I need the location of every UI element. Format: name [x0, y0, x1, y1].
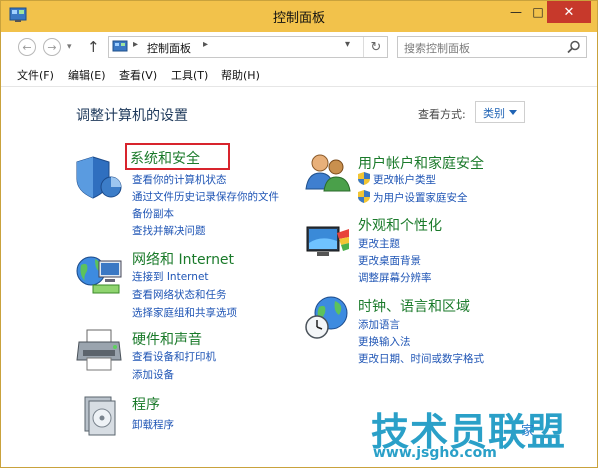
- view-by-dropdown[interactable]: 类别: [475, 101, 525, 123]
- breadcrumb-control-panel[interactable]: 控制面板: [147, 40, 191, 56]
- uac-shield-icon: [358, 172, 370, 185]
- highlight-box: [125, 143, 230, 170]
- link-add-language[interactable]: 添加语言: [358, 317, 400, 332]
- shield-icon[interactable]: [75, 153, 125, 201]
- chevron-down-icon: [509, 110, 517, 115]
- address-history-dropdown[interactable]: ▾: [345, 39, 350, 50]
- address-bar[interactable]: ▸ 控制面板 ▸ ▾ ↻: [108, 36, 388, 58]
- search-icon[interactable]: [566, 40, 582, 54]
- maximize-button[interactable]: □: [527, 1, 549, 23]
- view-by-label: 查看方式:: [418, 108, 466, 121]
- view-by-value: 类别: [483, 107, 505, 120]
- link-change-theme[interactable]: 更改主题: [358, 236, 400, 251]
- link-screen-resolution[interactable]: 调整屏幕分辨率: [358, 270, 432, 285]
- clock-globe-icon[interactable]: [303, 293, 353, 341]
- link-network-status[interactable]: 查看网络状态和任务: [132, 287, 227, 302]
- users-icon[interactable]: [303, 149, 353, 197]
- close-button[interactable]: ✕: [547, 1, 591, 23]
- search-box[interactable]: 搜索控制面板: [397, 36, 587, 58]
- page-title: 调整计算机的设置: [76, 108, 188, 124]
- watermark-tail: 家: [521, 424, 535, 439]
- link-change-input-method[interactable]: 更换输入法: [358, 334, 411, 349]
- link-uninstall-program[interactable]: 卸载程序: [132, 417, 174, 432]
- link-change-account-type[interactable]: 更改帐户类型: [373, 172, 436, 187]
- printer-icon[interactable]: [75, 326, 125, 374]
- recent-locations-dropdown[interactable]: ▾: [67, 42, 72, 52]
- refresh-button[interactable]: ↻: [363, 37, 388, 57]
- minimize-button[interactable]: —: [505, 1, 527, 23]
- menu-view[interactable]: 查看(V): [119, 67, 157, 83]
- link-view-computer-status[interactable]: 查看你的计算机状态: [132, 172, 227, 187]
- link-family-safety[interactable]: 为用户设置家庭安全: [373, 190, 468, 205]
- display-icon[interactable]: [303, 219, 353, 267]
- menu-tools[interactable]: 工具(T): [171, 67, 208, 83]
- network-globe-icon[interactable]: [75, 249, 125, 297]
- link-add-device[interactable]: 添加设备: [132, 367, 174, 382]
- search-placeholder[interactable]: 搜索控制面板: [404, 40, 470, 56]
- watermark-url: www.jsgho.com: [373, 445, 497, 461]
- category-user-accounts[interactable]: 用户帐户和家庭安全: [358, 153, 484, 173]
- category-hardware-sound[interactable]: 硬件和声音: [132, 329, 202, 349]
- link-file-history[interactable]: 通过文件历史记录保存你的文件: [132, 189, 279, 204]
- breadcrumb-separator[interactable]: ▸: [203, 39, 208, 50]
- control-panel-icon: [112, 40, 128, 52]
- category-clock-language-region[interactable]: 时钟、语言和区域: [358, 296, 470, 316]
- forward-button[interactable]: →: [43, 38, 61, 56]
- programs-icon[interactable]: [75, 391, 125, 439]
- menu-edit[interactable]: 编辑(E): [68, 67, 106, 83]
- link-homegroup[interactable]: 选择家庭组和共享选项: [132, 305, 237, 320]
- breadcrumb-separator[interactable]: ▸: [133, 39, 138, 50]
- link-date-time-format[interactable]: 更改日期、时间或数字格式: [358, 351, 484, 366]
- category-appearance[interactable]: 外观和个性化: [358, 215, 442, 235]
- control-panel-window: 控制面板 — □ ✕ ← → ▾ ↑ ▸ 控制面板 ▸ ▾ ↻ 搜索控制面板 文…: [0, 0, 598, 468]
- category-programs[interactable]: 程序: [132, 394, 160, 414]
- up-button[interactable]: ↑: [87, 38, 100, 56]
- category-network-internet[interactable]: 网络和 Internet: [132, 249, 234, 269]
- menu-file[interactable]: 文件(F): [17, 67, 54, 83]
- link-connect-internet[interactable]: 连接到 Internet: [132, 269, 209, 284]
- navigation-bar: ← → ▾ ↑ ▸ 控制面板 ▸ ▾ ↻ 搜索控制面板: [1, 32, 597, 62]
- link-desktop-background[interactable]: 更改桌面背景: [358, 253, 421, 268]
- uac-shield-icon: [358, 190, 370, 203]
- link-devices-printers[interactable]: 查看设备和打印机: [132, 349, 216, 364]
- menu-help[interactable]: 帮助(H): [221, 67, 260, 83]
- title-bar: 控制面板 — □ ✕: [1, 1, 597, 32]
- link-troubleshoot[interactable]: 查找并解决问题: [132, 223, 206, 238]
- link-backup[interactable]: 备份副本: [132, 206, 174, 221]
- back-button[interactable]: ←: [18, 38, 36, 56]
- menu-bar: 文件(F) 编辑(E) 查看(V) 工具(T) 帮助(H): [1, 62, 597, 87]
